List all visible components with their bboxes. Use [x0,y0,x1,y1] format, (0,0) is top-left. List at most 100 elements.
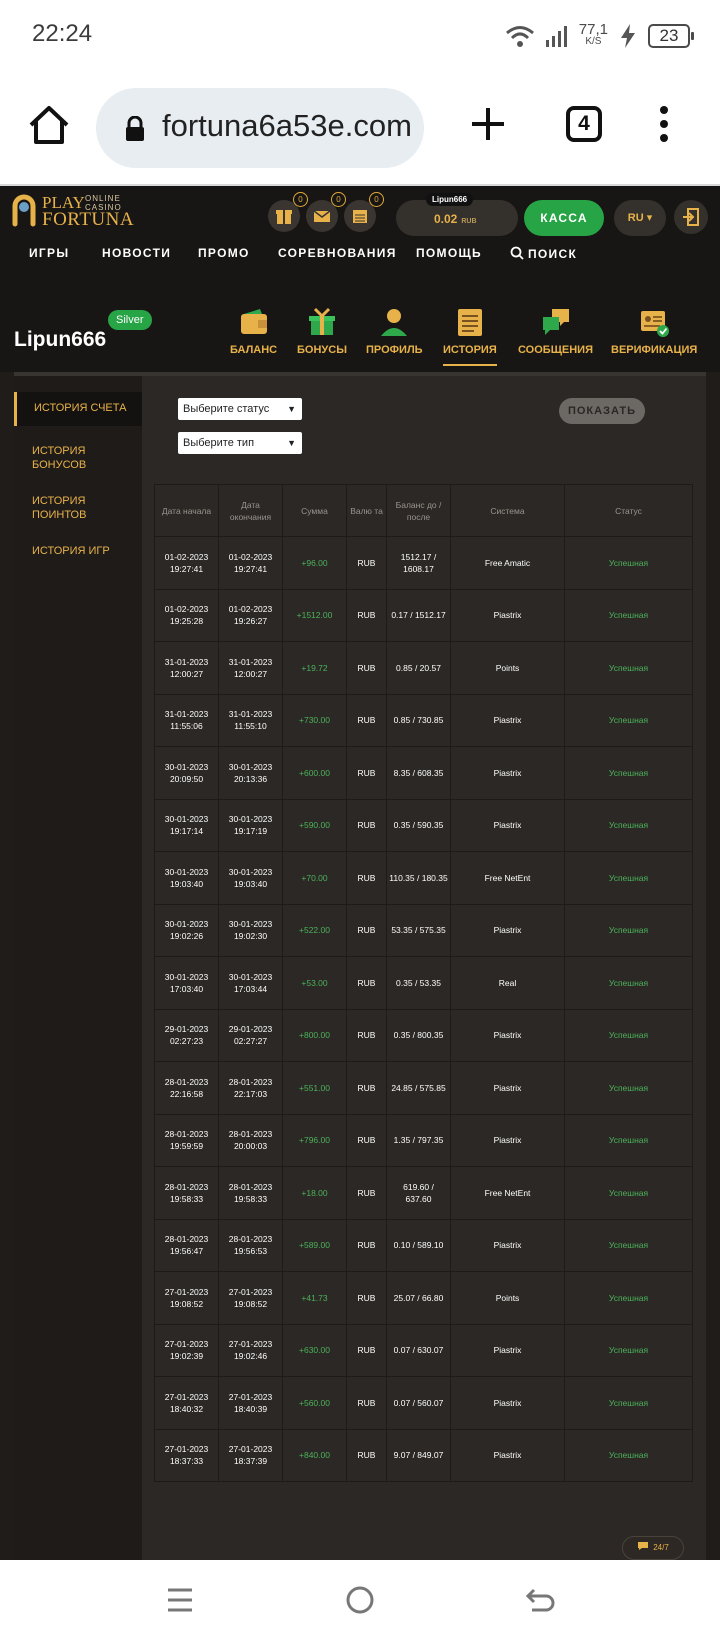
nav-search[interactable]: ПОИСК [510,246,577,261]
balance-cell: 0.85 / 730.85 [386,693,451,747]
more-vert-icon[interactable] [654,102,674,146]
system-cell: Piastrix [450,798,565,852]
start-date-cell: 01-02-2023 19:27:41 [154,536,219,590]
system-cell: Piastrix [450,903,565,957]
balance-box[interactable]: Lipun666 0.02 RUB [396,193,518,236]
bonus-gift-icon [308,307,335,335]
balance-cell: 25.07 / 66.80 [386,1271,451,1325]
table-row: 30-01-2023 17:03:40 30-01-2023 17:03:44 +5… [154,956,693,1010]
table-row: 30-01-2023 19:17:14 30-01-2023 19:17:19 +5… [154,798,693,852]
recent-apps-icon[interactable] [162,1582,198,1618]
status-cell: Успешная [564,641,693,695]
tab-messages[interactable]: СООБЩЕНИЯ [518,306,593,356]
status-cell: Успешная [564,693,693,747]
nav-promo[interactable]: ПРОМО [198,246,250,260]
tab-balance[interactable]: БАЛАНС [230,306,277,356]
url-bar[interactable]: fortuna6a53e.com [96,88,424,168]
table-row: 29-01-2023 02:27:23 29-01-2023 02:27:27 +8… [154,1008,693,1062]
nav-competitions[interactable]: СОРЕВНОВАНИЯ [278,246,397,260]
table-row: 28-01-2023 19:56:47 28-01-2023 19:56:53 +5… [154,1218,693,1272]
balance-cell: 0.07 / 630.07 [386,1323,451,1377]
history-side-menu: ИСТОРИЯ СЧЕТА ИСТОРИЯ БОНУСОВ ИСТОРИЯ ПО… [14,376,142,1564]
signal-icon [545,26,567,47]
battery-icon: 23 [648,24,694,48]
currency-cell: RUB [346,903,387,957]
start-date-cell: 30-01-2023 20:09:50 [154,746,219,800]
balance-cell: 0.35 / 590.35 [386,798,451,852]
nav-help[interactable]: ПОМОЩЬ [416,246,482,260]
back-icon[interactable] [522,1582,558,1618]
table-row: 28-01-2023 19:59:59 28-01-2023 20:00:03 +7… [154,1113,693,1167]
amount-cell: +551.00 [282,1061,347,1115]
home-circle-icon[interactable] [342,1582,378,1618]
tab-history[interactable]: ИСТОРИЯ [443,306,497,366]
table-row: 01-02-2023 19:27:41 01-02-2023 19:27:41 +9… [154,536,693,590]
status-cell: Успешная [564,588,693,642]
balance-cell: 0.17 / 1512.17 [386,588,451,642]
user-icon [381,309,408,336]
start-date-cell: 29-01-2023 02:27:23 [154,1008,219,1062]
table-row: 27-01-2023 19:02:39 27-01-2023 19:02:46 +6… [154,1323,693,1377]
start-date-cell: 28-01-2023 22:16:58 [154,1061,219,1115]
status-select[interactable]: Выберите статус ▼ [178,398,302,420]
side-item-points-history[interactable]: ИСТОРИЯ ПОИНТОВ [32,494,102,522]
kassa-button[interactable]: КАССА [524,200,604,236]
amount-cell: +590.00 [282,798,347,852]
status-cell: Успешная [564,1061,693,1115]
balance-cell: 53.35 / 575.35 [386,903,451,957]
status-cell: Успешная [564,798,693,852]
amount-cell: +18.00 [282,1166,347,1220]
system-cell: Piastrix [450,693,565,747]
tab-bonuses[interactable]: БОНУСЫ [297,306,347,356]
table-row: 31-01-2023 11:55:06 31-01-2023 11:55:10 +7… [154,693,693,747]
start-date-cell: 30-01-2023 19:02:26 [154,903,219,957]
tab-verification[interactable]: ВЕРИФИКАЦИЯ [611,306,697,356]
gifts-button[interactable]: 0 [268,192,308,232]
end-date-cell: 31-01-2023 11:55:10 [218,693,283,747]
nav-news[interactable]: НОВОСТИ [102,246,171,260]
horseshoe-icon [12,194,36,227]
start-date-cell: 30-01-2023 17:03:40 [154,956,219,1010]
status-cell: Успешная [564,1166,693,1220]
calendar-button[interactable]: 0 [344,192,384,232]
table-row: 27-01-2023 18:37:33 27-01-2023 18:37:39 +8… [154,1428,693,1482]
language-select[interactable]: RU ▾ [614,200,666,236]
currency-cell: RUB [346,1166,387,1220]
chevron-down-icon: ▼ [287,438,296,448]
side-item-account-history[interactable]: ИСТОРИЯ СЧЕТА [34,401,134,415]
logout-button[interactable] [674,200,708,234]
balance-cell: 0.35 / 53.35 [386,956,451,1010]
table-header-row: Дата начала Дата окончания Сумма Валю та… [154,484,693,537]
balance-cell: 110.35 / 180.35 [386,851,451,905]
system-cell: Free Amatic [450,536,565,590]
type-select[interactable]: Выберите тип ▼ [178,432,302,454]
history-table-body: 01-02-2023 19:27:41 01-02-2023 19:27:41 +9… [154,536,693,1482]
balance-cell: 619.60 / 637.60 [386,1166,451,1220]
start-date-cell: 30-01-2023 19:03:40 [154,851,219,905]
home-icon[interactable] [26,102,72,148]
show-button[interactable]: ПОКАЗАТЬ [559,398,645,424]
amount-cell: +41.73 [282,1271,347,1325]
site-logo[interactable]: PLAY ONLINE CASINO FORTUNA [10,192,134,232]
end-date-cell: 27-01-2023 19:08:52 [218,1271,283,1325]
wifi-icon [505,26,534,47]
mail-button[interactable]: 0 [306,192,346,232]
logout-icon [683,208,699,226]
system-cell: Piastrix [450,1376,565,1430]
end-date-cell: 30-01-2023 17:03:44 [218,956,283,1010]
tab-count-button[interactable]: 4 [566,106,602,142]
side-item-bonus-history[interactable]: ИСТОРИЯ БОНУСОВ [32,444,102,472]
side-item-account-history-bg[interactable]: ИСТОРИЯ СЧЕТА [14,392,142,426]
balance-amount: 0.02 RUB [434,212,477,226]
status-cell: Успешная [564,956,693,1010]
end-date-cell: 30-01-2023 19:17:19 [218,798,283,852]
nav-games[interactable]: ИГРЫ [29,246,69,260]
support-chat-button[interactable]: 24/7 [622,1536,684,1560]
currency-cell: RUB [346,746,387,800]
amount-cell: +796.00 [282,1113,347,1167]
side-item-games-history[interactable]: ИСТОРИЯ ИГР [32,544,132,558]
tab-profile[interactable]: ПРОФИЛЬ [366,306,423,356]
currency-cell: RUB [346,693,387,747]
plus-icon[interactable] [466,102,510,146]
end-date-cell: 27-01-2023 18:37:39 [218,1428,283,1482]
